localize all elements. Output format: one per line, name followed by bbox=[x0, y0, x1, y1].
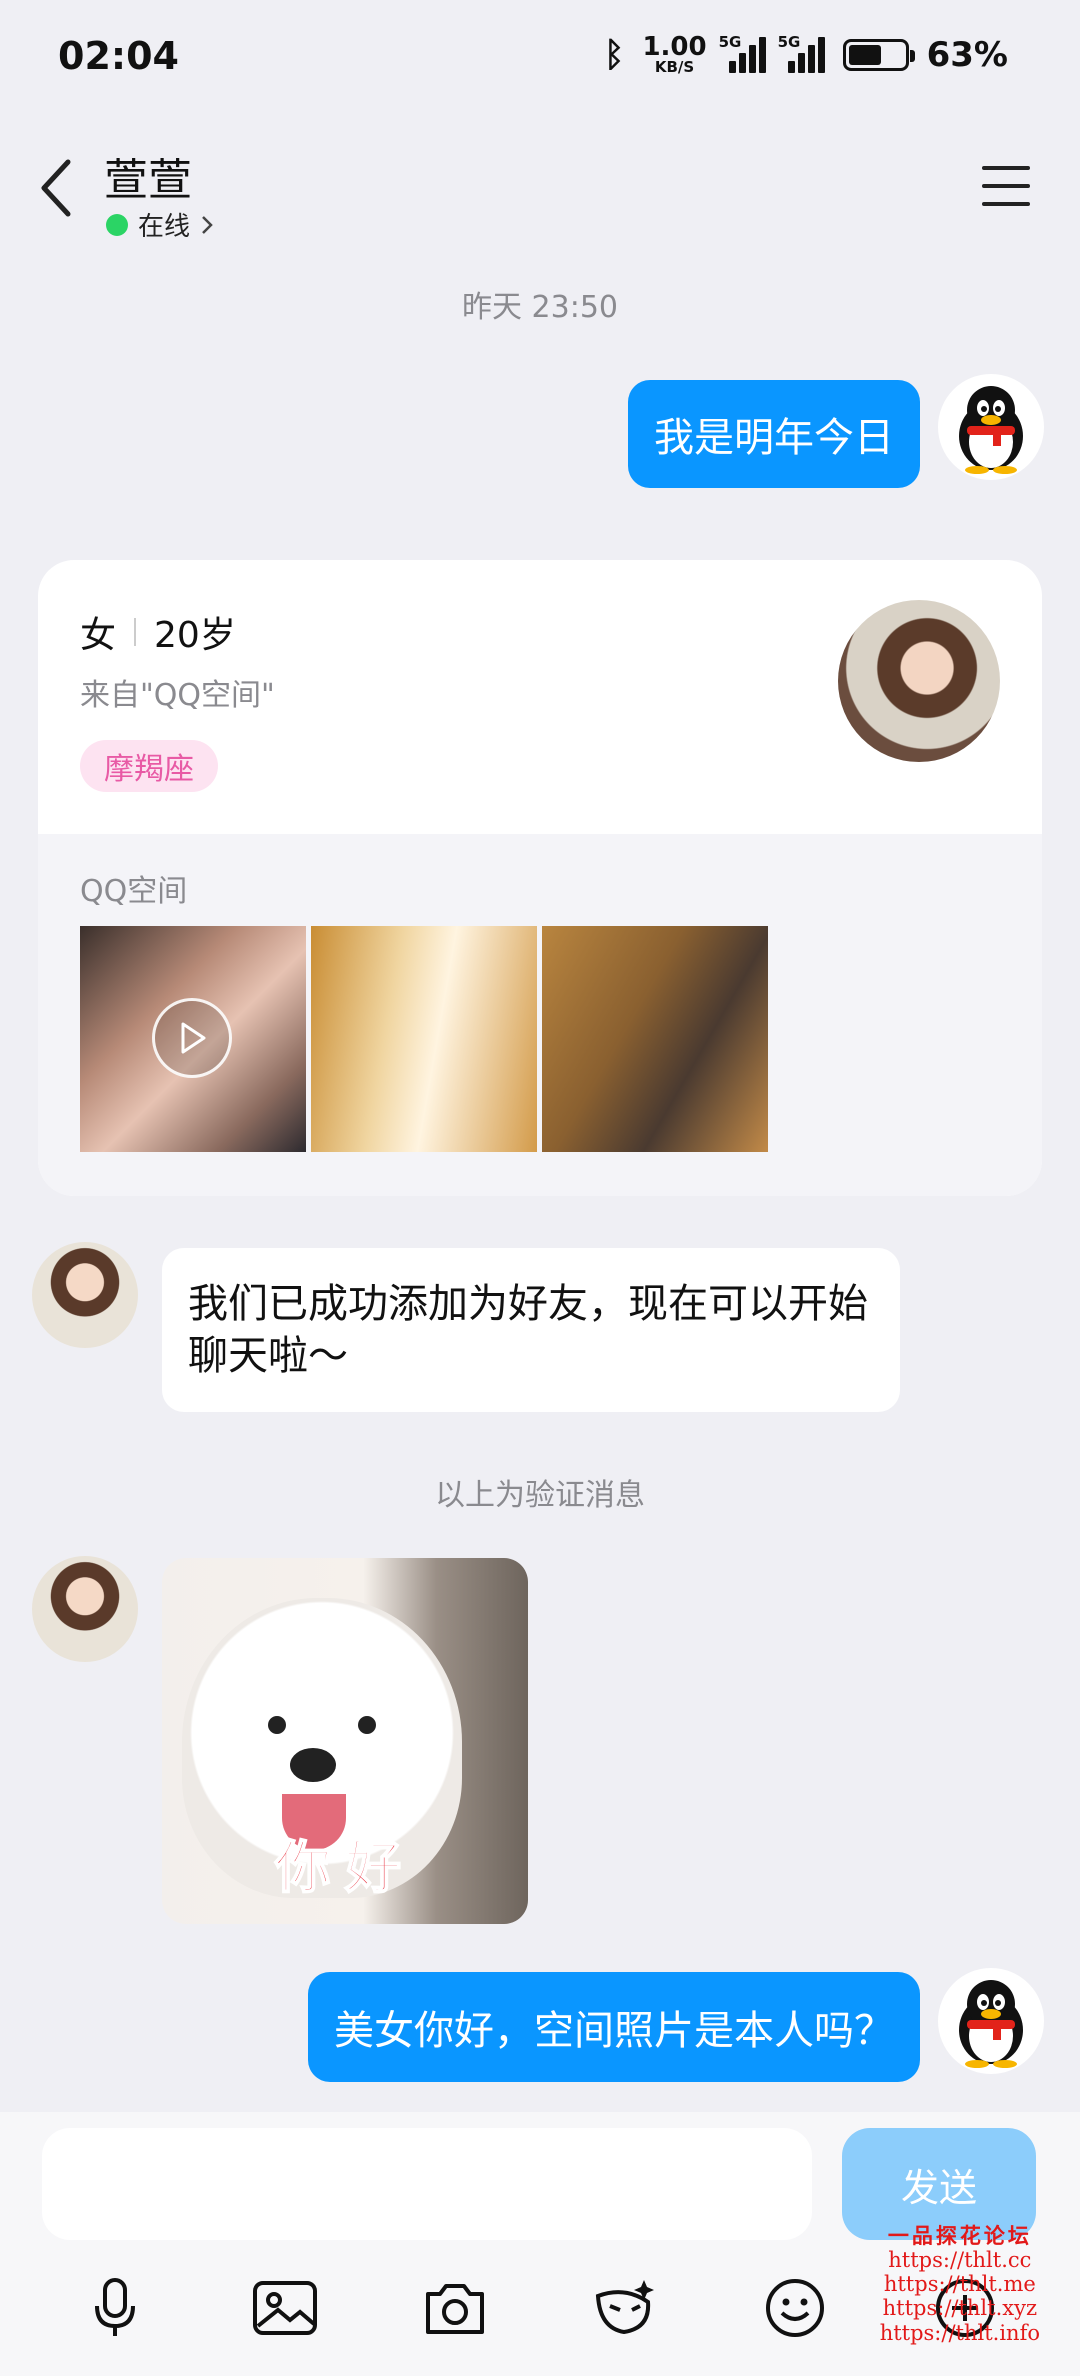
qzone-label: QQ空间 bbox=[80, 874, 188, 909]
battery-percent: 63% bbox=[926, 34, 1008, 75]
smile-icon[interactable] bbox=[760, 2273, 830, 2343]
camera-icon[interactable] bbox=[420, 2273, 490, 2343]
chevron-left-icon bbox=[41, 159, 71, 217]
profile-avatar[interactable] bbox=[838, 600, 1000, 762]
my-avatar[interactable] bbox=[938, 1968, 1044, 2074]
contact-avatar[interactable] bbox=[32, 1556, 138, 1662]
status-time: 02:04 bbox=[58, 34, 179, 78]
emoji-mask-icon[interactable] bbox=[590, 2273, 660, 2343]
play-icon[interactable] bbox=[152, 998, 232, 1078]
incoming-message[interactable]: 我们已成功添加为好友，现在可以开始聊天啦～ bbox=[162, 1248, 900, 1412]
outgoing-message[interactable]: 我是明年今日 bbox=[628, 380, 920, 488]
outgoing-message[interactable]: 美女你好，空间照片是本人吗？ bbox=[308, 1972, 920, 2082]
profile-source: 来自"QQ空间" bbox=[80, 678, 275, 713]
qzone-photos bbox=[80, 926, 768, 1152]
chevron-right-icon bbox=[202, 215, 213, 234]
status-indicators: ᛒ 1.00 KB/S 5G 5G 63% bbox=[604, 32, 1008, 76]
message-timestamp: 昨天 23:50 bbox=[462, 290, 618, 325]
bluetooth-icon: ᛒ bbox=[604, 34, 625, 75]
my-avatar[interactable] bbox=[938, 374, 1044, 480]
online-status[interactable]: 在线 bbox=[106, 206, 214, 243]
signal-icon: 5G bbox=[719, 33, 766, 73]
zodiac-tag: 摩羯座 bbox=[80, 740, 218, 792]
battery-icon bbox=[842, 38, 915, 71]
contact-avatar[interactable] bbox=[32, 1242, 138, 1348]
message-input[interactable] bbox=[42, 2128, 812, 2240]
online-status-label: 在线 bbox=[138, 212, 191, 242]
verify-note: 以上为验证消息 bbox=[435, 1478, 645, 1513]
watermark: 一品探花论坛 https://thlt.cc https://thlt.me h… bbox=[879, 2223, 1040, 2345]
chat-title[interactable]: 萱萱 bbox=[104, 144, 192, 208]
back-button[interactable] bbox=[38, 158, 78, 218]
qzone-photo[interactable] bbox=[80, 926, 306, 1152]
qzone-photo[interactable] bbox=[542, 926, 768, 1152]
qq-penguin-icon bbox=[959, 1980, 1023, 2068]
net-speed: 1.00 KB/S bbox=[642, 32, 707, 76]
profile-gender-age: 女 20岁 bbox=[80, 615, 236, 656]
microphone-icon[interactable] bbox=[80, 2273, 150, 2343]
online-dot-icon bbox=[106, 213, 128, 236]
profile-card[interactable]: 女 20岁 来自"QQ空间" 摩羯座 QQ空间 bbox=[38, 560, 1042, 1196]
qzone-photo[interactable] bbox=[311, 926, 537, 1152]
menu-button[interactable] bbox=[982, 166, 1030, 206]
qq-penguin-icon bbox=[959, 386, 1023, 474]
sticker-text: 你好 bbox=[274, 1835, 415, 1902]
image-icon[interactable] bbox=[250, 2273, 320, 2343]
sticker-message[interactable]: 你好 bbox=[162, 1558, 528, 1924]
signal-icon: 5G bbox=[778, 33, 825, 73]
